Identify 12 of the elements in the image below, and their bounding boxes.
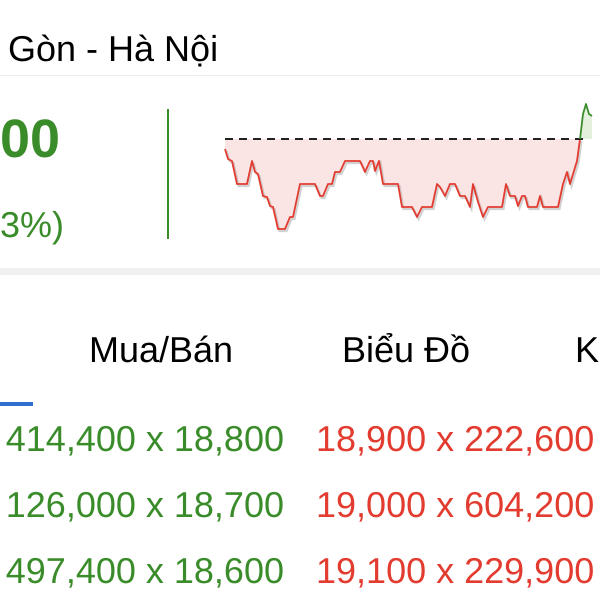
ask-entry: 18,900 x 222,600 [316, 419, 594, 459]
bid-entry: 126,000 x 18,700 [6, 485, 284, 525]
tab[interactable]: K [575, 330, 600, 370]
bid-entry: 497,400 x 18,600 [6, 551, 284, 591]
header-title: Gòn - Hà Nội [8, 29, 218, 69]
ask-entry: 19,100 x 229,900 [316, 551, 594, 591]
tab[interactable]: Mua/Bán [88, 330, 234, 370]
bid-entry: 414,400 x 18,800 [6, 419, 284, 459]
ask-entry: 19,000 x 604,200 [316, 485, 594, 525]
price-value: 00 [0, 112, 60, 166]
tab[interactable]: Biểu Đồ [342, 330, 470, 370]
price-change: 3%) [0, 207, 64, 243]
